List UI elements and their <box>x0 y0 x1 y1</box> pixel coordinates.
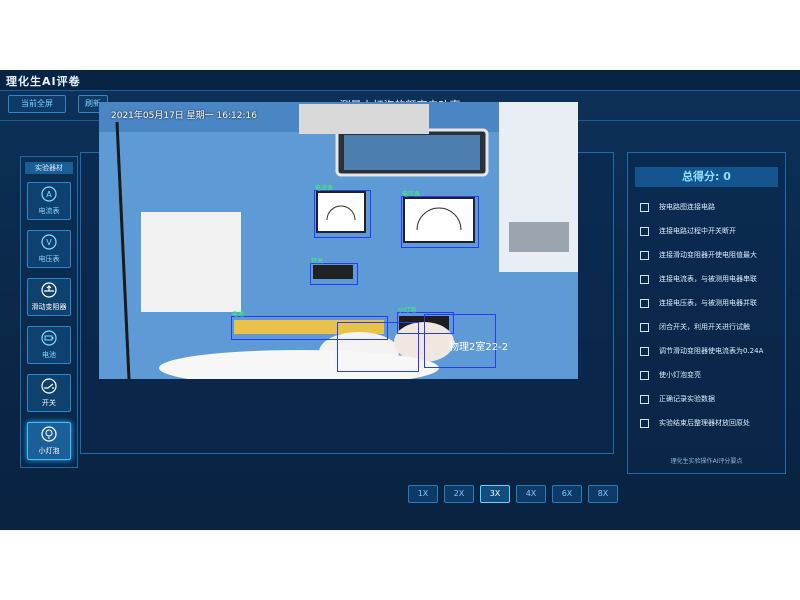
sidebar-item-label: 电压表 <box>38 255 60 263</box>
sidebar-heading: 实验器材 <box>25 162 73 174</box>
zoom-1x-button[interactable]: 1X <box>408 485 438 503</box>
sidebar-item-label: 电池 <box>42 351 56 359</box>
criterion-item[interactable]: 实验结束后整理器材放回原处 <box>640 417 750 429</box>
criterion-item[interactable]: 连接电压表，与被测用电器并联 <box>640 297 757 309</box>
zoom-4x-button[interactable]: 4X <box>516 485 546 503</box>
sidebar-item-label: 小灯泡 <box>38 447 60 455</box>
svg-text:A: A <box>46 190 52 199</box>
criterion-item[interactable]: 正确记录实验数据 <box>640 393 715 405</box>
checkbox-icon[interactable] <box>640 370 649 380</box>
criterion-item[interactable]: 连接滑动变阻器开使电阻值最大 <box>640 249 757 261</box>
detection-ammeter-box: 电流表 <box>314 185 371 238</box>
score-footer: 理化生实验操作AI评分要点 <box>670 458 743 465</box>
detection-label: 开关 <box>311 258 324 265</box>
score-panel: 总得分: 0 按电路图连接电路 连接电路过程中开关断开 连接滑动变阻器开使电阻值… <box>627 152 786 474</box>
app-title: 理化生AI评卷 <box>6 75 81 88</box>
sidebar-item-rheostat[interactable]: 滑动变阻器 <box>27 278 71 316</box>
switch-icon <box>41 378 57 394</box>
svg-text:V: V <box>46 238 52 247</box>
zoom-3x-button[interactable]: 3X <box>480 485 510 503</box>
room-label: 物理2室22-2 <box>449 342 509 353</box>
checkbox-icon[interactable] <box>640 394 649 404</box>
checkbox-icon[interactable] <box>640 346 649 356</box>
battery-icon <box>41 330 57 346</box>
sidebar-item-battery[interactable]: 电池 <box>27 326 71 364</box>
checkbox-icon[interactable] <box>640 298 649 308</box>
zoom-8x-button[interactable]: 8X <box>588 485 618 503</box>
criterion-item[interactable]: 按电路图连接电路 <box>640 201 715 213</box>
sidebar-item-bulb[interactable]: 小灯泡 <box>27 422 71 460</box>
checkbox-icon[interactable] <box>640 226 649 236</box>
rheostat-icon <box>41 282 57 298</box>
equipment-sidebar: 实验器材 A 电流表 V 电压表 滑动变阻器 电池 开关 小灯泡 <box>20 156 78 468</box>
checkbox-icon[interactable] <box>640 274 649 284</box>
criterion-item[interactable]: 使小灯泡变亮 <box>640 369 701 381</box>
zoom-2x-button[interactable]: 2X <box>444 485 474 503</box>
detection-label: 电流表 <box>315 185 334 192</box>
checkbox-icon[interactable] <box>640 418 649 428</box>
detection-label: 电压表 <box>402 191 421 198</box>
sidebar-item-switch[interactable]: 开关 <box>27 374 71 412</box>
voltmeter-icon: V <box>41 234 57 250</box>
criterion-item[interactable]: 闭合开关，利用开关进行试触 <box>640 321 750 333</box>
sidebar-item-label: 电流表 <box>38 207 60 215</box>
criterion-item[interactable]: 调节滑动变阻器使电流表为0.24A <box>640 345 763 357</box>
video-timestamp: 2021年05月17日 星期一 16:12:16 <box>111 111 257 121</box>
sidebar-item-label: 滑动变阻器 <box>31 303 67 311</box>
detection-hand-box <box>337 322 419 372</box>
sidebar-item-voltmeter[interactable]: V 电压表 <box>27 230 71 268</box>
checkbox-icon[interactable] <box>640 250 649 260</box>
sidebar-item-label: 开关 <box>42 399 56 407</box>
checkbox-icon[interactable] <box>640 202 649 212</box>
criterion-item[interactable]: 连接电路过程中开关断开 <box>640 225 736 237</box>
bulb-icon <box>41 426 57 442</box>
total-score: 总得分: 0 <box>635 167 778 187</box>
camera-feed[interactable]: 2021年05月17日 星期一 16:12:16 电流表 电压表 开关 电池 小… <box>99 102 578 379</box>
detection-voltmeter-box: 电压表 <box>401 191 479 248</box>
zoom-6x-button[interactable]: 6X <box>552 485 582 503</box>
ammeter-icon: A <box>41 186 57 202</box>
sidebar-item-ammeter[interactable]: A 电流表 <box>27 182 71 220</box>
title-bar: 理化生AI评卷 <box>0 70 800 91</box>
criterion-item[interactable]: 连接电流表，与被测用电器串联 <box>640 273 757 285</box>
detection-switch-box: 开关 <box>310 258 358 285</box>
checkbox-icon[interactable] <box>640 322 649 332</box>
detection-label: 电池 <box>232 311 245 318</box>
detection-label: 小灯泡 <box>398 307 417 314</box>
